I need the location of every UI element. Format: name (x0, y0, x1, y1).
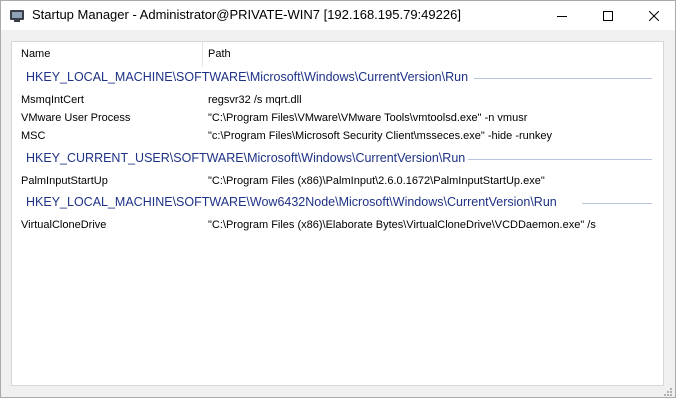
item-path: "C:\Program Files (x86)\Elaborate Bytes\… (208, 219, 596, 231)
item-path: "c:\Program Files\Microsoft Security Cli… (208, 130, 553, 142)
minimize-icon (557, 15, 567, 17)
group-header[interactable]: HKEY_CURRENT_USER\SOFTWARE\Microsoft\Win… (12, 149, 663, 169)
item-name: MsmqIntCert (21, 94, 84, 106)
column-separator[interactable] (202, 42, 203, 67)
group-divider (468, 159, 652, 160)
window-title: Startup Manager - Administrator@PRIVATE-… (32, 7, 461, 22)
close-icon (649, 10, 659, 21)
item-name: VMware User Process (21, 112, 131, 124)
item-path: "C:\Program Files (x86)\PalmInput\2.6.0.… (208, 175, 545, 187)
list-item[interactable]: PalmInputStartUp "C:\Program Files (x86)… (12, 173, 663, 191)
item-path: "C:\Program Files\VMware\VMware Tools\vm… (208, 112, 528, 124)
maximize-button[interactable] (585, 1, 631, 30)
item-path: regsvr32 /s mqrt.dll (208, 94, 302, 106)
startup-manager-window: Startup Manager - Administrator@PRIVATE-… (0, 0, 676, 398)
item-name: MSC (21, 130, 46, 142)
startup-list[interactable]: Name Path HKEY_LOCAL_MACHINE\SOFTWARE\Mi… (11, 41, 664, 386)
column-header-path[interactable]: Path (208, 48, 231, 60)
resize-grip-icon[interactable] (661, 385, 673, 397)
close-button[interactable] (631, 1, 676, 30)
group-divider (474, 78, 652, 79)
group-header[interactable]: HKEY_LOCAL_MACHINE\SOFTWARE\Microsoft\Wi… (12, 68, 663, 88)
group-divider (582, 203, 652, 204)
app-icon (10, 10, 24, 22)
group-label: HKEY_LOCAL_MACHINE\SOFTWARE\Microsoft\Wi… (26, 70, 469, 84)
item-name: PalmInputStartUp (21, 175, 108, 187)
list-header: Name Path (12, 42, 663, 67)
minimize-button[interactable] (539, 1, 585, 30)
list-item[interactable]: VMware User Process "C:\Program Files\VM… (12, 110, 663, 128)
item-name: VirtualCloneDrive (21, 219, 107, 231)
list-item[interactable]: VirtualCloneDrive "C:\Program Files (x86… (12, 217, 663, 235)
group-header[interactable]: HKEY_LOCAL_MACHINE\SOFTWARE\Wow6432Node\… (12, 193, 663, 213)
maximize-icon (603, 10, 613, 21)
list-item[interactable]: MsmqIntCert regsvr32 /s mqrt.dll (12, 92, 663, 110)
column-header-name[interactable]: Name (21, 48, 50, 60)
group-label: HKEY_CURRENT_USER\SOFTWARE\Microsoft\Win… (26, 151, 466, 165)
list-item[interactable]: MSC "c:\Program Files\Microsoft Security… (12, 128, 663, 146)
title-bar[interactable]: Startup Manager - Administrator@PRIVATE-… (1, 1, 675, 30)
group-label: HKEY_LOCAL_MACHINE\SOFTWARE\Wow6432Node\… (26, 195, 557, 209)
